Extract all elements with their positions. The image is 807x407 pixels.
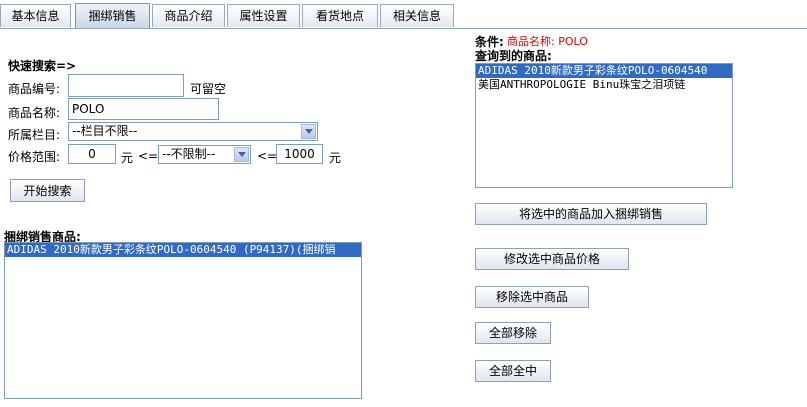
- price-filter-select-value: --不限制--: [162, 147, 216, 161]
- product-code-input[interactable]: [68, 74, 184, 97]
- found-products-list[interactable]: ADIDAS 2010新款男子彩条纹POLO-0604540 美国ANTHROP…: [475, 63, 733, 188]
- tab-product-intro[interactable]: 商品介绍: [152, 4, 225, 27]
- remove-selected-button[interactable]: 移除选中商品: [475, 286, 589, 308]
- chevron-down-icon[interactable]: [234, 147, 249, 162]
- product-code-label: 商品编号:: [8, 82, 61, 96]
- list-item[interactable]: 美国ANTHROPOLOGIE Binu珠宝之泪项链: [476, 78, 732, 92]
- found-products-label: 查询到的商品:: [475, 49, 552, 63]
- tab-baseline: [0, 28, 807, 29]
- chevron-down-icon[interactable]: [301, 124, 316, 139]
- price-min-unit: 元: [121, 151, 134, 165]
- tab-bar: 基本信息 捆绑销售 商品介绍 属性设置 看货地点 相关信息: [0, 0, 807, 29]
- list-item[interactable]: ADIDAS 2010新款男子彩条纹POLO-0604540 (P94137)(…: [5, 243, 361, 257]
- price-lte-symbol-2: <=: [257, 149, 278, 163]
- tab-bundle-sales[interactable]: 捆绑销售: [75, 3, 150, 29]
- bundle-products-list[interactable]: ADIDAS 2010新款男子彩条纹POLO-0604540 (P94137)(…: [4, 242, 362, 399]
- product-code-hint: 可留空: [190, 82, 227, 96]
- category-select[interactable]: --栏目不限--: [68, 122, 318, 141]
- price-range-label: 价格范围:: [8, 150, 61, 164]
- select-all-button[interactable]: 全部全中: [475, 360, 551, 382]
- tab-viewing-location[interactable]: 看货地点: [302, 4, 378, 27]
- product-name-input[interactable]: [68, 98, 219, 120]
- add-to-bundle-button[interactable]: 将选中的商品加入捆绑销售: [475, 203, 707, 225]
- tab-related-info[interactable]: 相关信息: [380, 4, 454, 27]
- tab-attribute-settings[interactable]: 属性设置: [227, 4, 300, 27]
- modify-price-button[interactable]: 修改选中商品价格: [475, 248, 629, 270]
- product-name-label: 商品名称:: [8, 106, 61, 120]
- category-label: 所属栏目:: [8, 128, 61, 142]
- price-filter-select[interactable]: --不限制--: [158, 145, 251, 164]
- start-search-button[interactable]: 开始搜索: [10, 179, 85, 202]
- list-item[interactable]: ADIDAS 2010新款男子彩条纹POLO-0604540: [476, 64, 732, 78]
- tab-basic-info[interactable]: 基本信息: [0, 4, 71, 27]
- remove-all-button[interactable]: 全部移除: [475, 322, 551, 344]
- quick-search-title: 快速搜索=>: [8, 59, 77, 73]
- price-max-unit: 元: [329, 151, 342, 165]
- price-lte-symbol-1: <=: [138, 149, 159, 163]
- price-min-input[interactable]: [68, 144, 116, 164]
- price-max-input[interactable]: [276, 144, 323, 164]
- category-select-value: --栏目不限--: [72, 124, 138, 138]
